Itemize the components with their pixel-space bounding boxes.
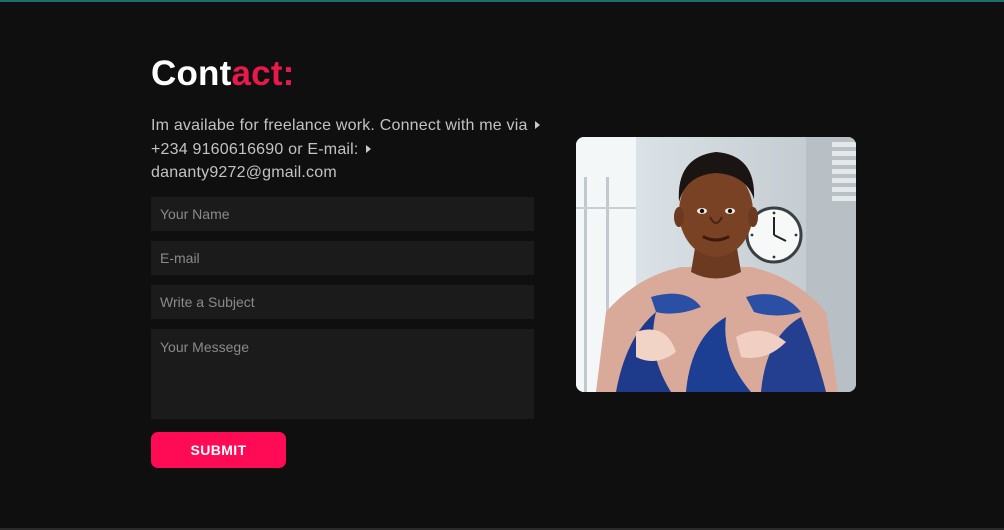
profile-photo <box>576 137 856 392</box>
arrow-right-icon <box>534 121 540 130</box>
contact-form: SUBMIT <box>151 197 534 468</box>
title-main: Cont <box>151 54 232 93</box>
phone-text: +234 9160616690 or E-mail: <box>151 140 359 158</box>
arrow-right-icon <box>365 144 371 153</box>
email-text: dananty9272@gmail.com <box>151 164 337 181</box>
title-accent: act: <box>231 54 295 93</box>
profile-photo-illustration <box>576 137 856 392</box>
intro-line-1: Im availabe for freelance work. Connect … <box>151 117 528 134</box>
contact-intro: Im availabe for freelance work. Connect … <box>151 114 591 185</box>
name-input[interactable] <box>151 197 534 231</box>
top-divider <box>0 0 1004 2</box>
email-input[interactable] <box>151 241 534 275</box>
subject-input[interactable] <box>151 285 534 319</box>
message-textarea[interactable] <box>151 329 534 419</box>
page-title: Contact: <box>151 54 591 94</box>
submit-button[interactable]: SUBMIT <box>151 432 286 468</box>
contact-section: Contact: Im availabe for freelance work.… <box>151 54 591 185</box>
